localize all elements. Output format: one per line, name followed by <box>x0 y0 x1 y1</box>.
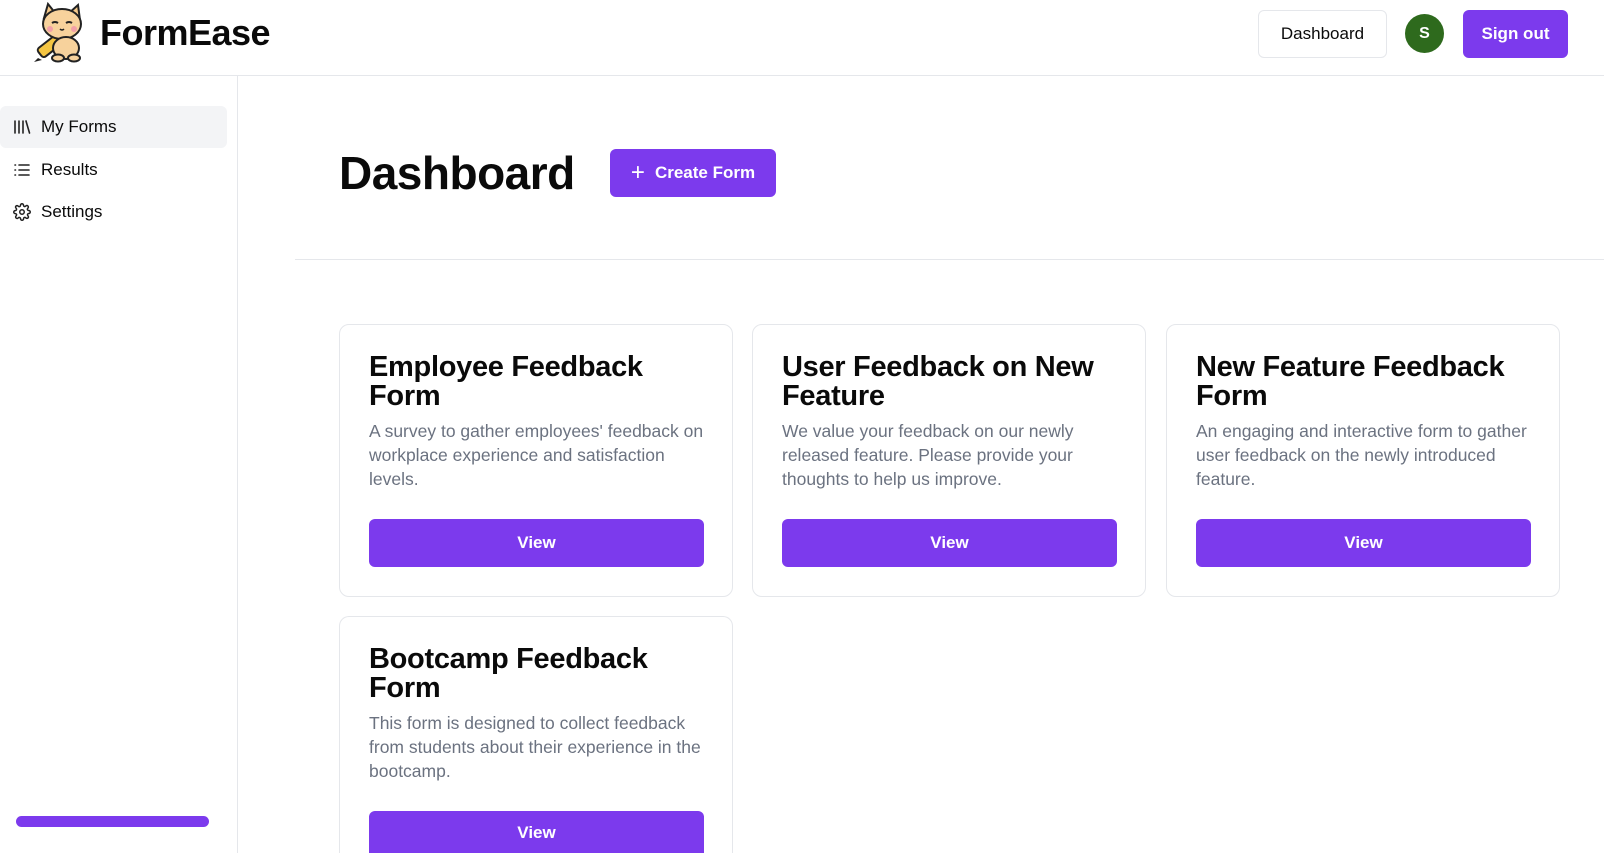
form-card-title: Bootcamp Feedback Form <box>369 643 648 704</box>
dashboard-button[interactable]: Dashboard <box>1258 10 1387 58</box>
view-form-button[interactable]: View <box>369 811 704 853</box>
form-card: User Feedback on New Feature We value yo… <box>752 324 1146 597</box>
form-card-description: This form is designed to collect feedbac… <box>369 713 701 781</box>
divider <box>295 259 1604 260</box>
sidebar-item-label: My Forms <box>41 117 117 136</box>
page-title: Dashboard <box>339 147 575 199</box>
sign-out-button[interactable]: Sign out <box>1463 10 1568 58</box>
gear-icon <box>12 202 32 222</box>
view-form-button[interactable]: View <box>782 519 1117 567</box>
sidebar-item-my-forms[interactable]: My Forms <box>0 106 227 148</box>
form-card-description: An engaging and interactive form to gath… <box>1196 421 1527 489</box>
sidebar-item-label: Results <box>41 160 98 179</box>
view-form-button[interactable]: View <box>369 519 704 567</box>
sidebar: My Forms Results Settings <box>0 76 238 853</box>
plus-icon: + <box>630 159 645 186</box>
form-card-description: A survey to gather employees' feedback o… <box>369 421 704 489</box>
form-card: New Feature Feedback Form An engaging an… <box>1166 324 1560 597</box>
form-card-description: We value your feedback on our newly rele… <box>782 421 1074 489</box>
library-icon <box>12 117 32 137</box>
form-card: Bootcamp Feedback Form This form is desi… <box>339 616 733 853</box>
sidebar-scrollbar[interactable] <box>16 816 209 827</box>
view-form-button[interactable]: View <box>1196 519 1531 567</box>
form-card-title: User Feedback on New Feature <box>782 351 1094 412</box>
sidebar-item-results[interactable]: Results <box>0 149 227 191</box>
create-form-button[interactable]: + Create Form <box>610 149 776 197</box>
top-header: FormEase Dashboard S Sign out <box>0 0 1604 76</box>
form-card-title: Employee Feedback Form <box>369 351 643 412</box>
sidebar-item-settings[interactable]: Settings <box>0 191 227 233</box>
form-card: Employee Feedback Form A survey to gathe… <box>339 324 733 597</box>
create-form-label: Create Form <box>654 163 756 182</box>
cat-mascot-icon[interactable] <box>30 1 92 64</box>
sidebar-item-label: Settings <box>41 202 103 221</box>
form-card-title: New Feature Feedback Form <box>1196 351 1505 412</box>
avatar[interactable]: S <box>1405 14 1444 53</box>
list-icon <box>12 160 32 180</box>
brand-name[interactable]: FormEase <box>100 12 271 54</box>
